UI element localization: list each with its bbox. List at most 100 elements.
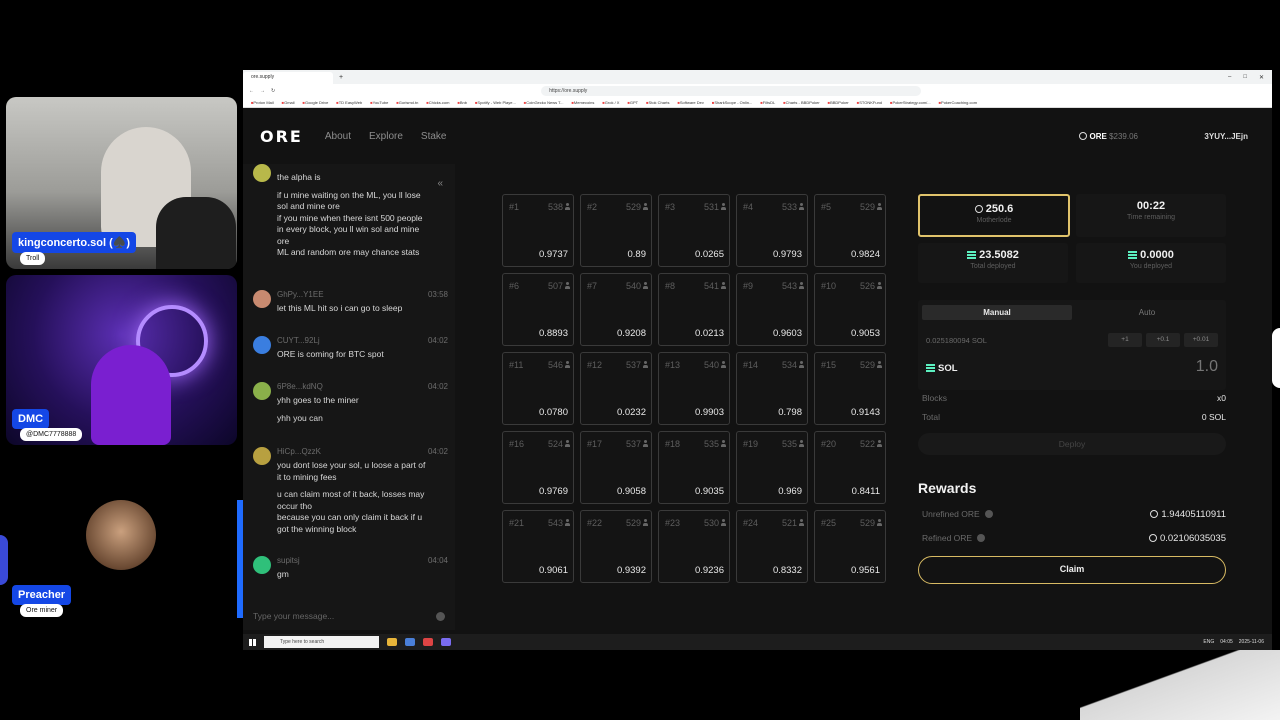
block-cell[interactable]: #20 522 0.8411: [814, 431, 886, 504]
close-icon[interactable]: ✕: [1259, 74, 1264, 81]
tray-time[interactable]: 04:05: [1220, 639, 1233, 645]
block-cell[interactable]: #8 541 0.0213: [658, 273, 730, 346]
app-discord-icon[interactable]: [441, 638, 451, 646]
block-cell[interactable]: #16 524 0.9769: [502, 431, 574, 504]
block-cell[interactable]: #21 543 0.9061: [502, 510, 574, 583]
bookmark-item[interactable]: Chicks.com: [426, 100, 450, 105]
chat-username[interactable]: 6P8e...kdNQ: [277, 382, 323, 391]
app-header: ORE About Explore Stake ORE $239.06 3YUY…: [243, 108, 1272, 164]
minimize-icon[interactable]: –: [1228, 74, 1231, 81]
bookmark-item[interactable]: Proton Mail: [251, 100, 273, 105]
chat-username[interactable]: CUYT...92Lj: [277, 336, 320, 345]
windows-start-icon[interactable]: [249, 638, 256, 646]
increment-0-01-button[interactable]: +0.01: [1184, 333, 1218, 347]
block-cell[interactable]: #12 537 0.0232: [580, 352, 652, 425]
info-icon[interactable]: [984, 510, 993, 518]
block-cell[interactable]: #18 535 0.9035: [658, 431, 730, 504]
reload-icon[interactable]: ↻: [271, 88, 275, 94]
maximize-icon[interactable]: □: [1243, 74, 1247, 81]
bookmark-item[interactable]: Charts - BBDPoker: [783, 100, 820, 105]
block-cell[interactable]: #15 529 0.9143: [814, 352, 886, 425]
block-cell[interactable]: #25 529 0.9561: [814, 510, 886, 583]
block-number: #17: [587, 439, 603, 449]
back-icon[interactable]: ←: [249, 88, 254, 94]
increment-1-button[interactable]: +1: [1108, 333, 1142, 347]
bookmark-item[interactable]: FiltsDL: [760, 100, 775, 105]
tab-manual[interactable]: Manual: [922, 305, 1072, 320]
refined-label: Refined ORE: [922, 533, 986, 543]
block-cell[interactable]: #5 529 0.9824: [814, 194, 886, 267]
app-browser-icon[interactable]: [423, 638, 433, 646]
block-cell[interactable]: #7 540 0.9208: [580, 273, 652, 346]
bookmark-item[interactable]: PokerCoaching.com: [939, 100, 977, 105]
bookmark-item[interactable]: Memecoins: [572, 100, 594, 105]
block-cell[interactable]: #1 538 0.9737: [502, 194, 574, 267]
tray-date[interactable]: 2025-11-06: [1239, 639, 1264, 645]
chat-username[interactable]: GhPy...Y1EE: [277, 290, 324, 299]
user-avatar[interactable]: [253, 556, 271, 574]
bookmark-item[interactable]: TD EasyWeb: [336, 100, 363, 105]
forward-icon[interactable]: →: [260, 88, 265, 94]
bookmark-item[interactable]: YouTube: [370, 100, 389, 105]
bookmark-item[interactable]: Bnb: [457, 100, 467, 105]
user-avatar[interactable]: [253, 447, 271, 465]
block-cell[interactable]: #4 533 0.9793: [736, 194, 808, 267]
claim-button[interactable]: Claim: [918, 556, 1226, 584]
bookmark-item[interactable]: Grok / X: [602, 100, 620, 105]
block-cell[interactable]: #11 546 0.0780: [502, 352, 574, 425]
amount-input[interactable]: [1098, 358, 1218, 376]
send-icon[interactable]: [436, 611, 445, 621]
increment-0-1-button[interactable]: +0.1: [1146, 333, 1180, 347]
bookmark-item[interactable]: Gorismd.tn: [396, 100, 419, 105]
block-cell[interactable]: #6 507 0.8893: [502, 273, 574, 346]
user-avatar[interactable]: [253, 336, 271, 354]
block-cell[interactable]: #22 529 0.9392: [580, 510, 652, 583]
app-folder-icon[interactable]: [387, 638, 397, 646]
block-miner-count: 529: [625, 518, 641, 528]
new-tab-icon[interactable]: +: [339, 74, 343, 81]
block-cell[interactable]: #10 526 0.9053: [814, 273, 886, 346]
ore-logo[interactable]: ORE: [260, 127, 303, 146]
wallet-button[interactable]: 3YUY...JEjn: [1204, 132, 1248, 141]
bookmark-item[interactable]: Gmail: [282, 100, 294, 105]
bookmark-item[interactable]: STONKFund: [857, 100, 882, 105]
nav-stake[interactable]: Stake: [421, 131, 447, 142]
tray-lang[interactable]: ENG: [1203, 639, 1214, 645]
block-cell[interactable]: #24 521 0.8332: [736, 510, 808, 583]
decor-arc: [0, 535, 8, 585]
deploy-button[interactable]: Deploy: [918, 433, 1226, 455]
chat-username[interactable]: HiCp...QzzK: [277, 447, 321, 456]
block-cell[interactable]: #19 535 0.969: [736, 431, 808, 504]
chat-input[interactable]: Type your message...: [243, 602, 455, 630]
user-avatar[interactable]: [253, 164, 271, 182]
user-avatar[interactable]: [253, 290, 271, 308]
nav-about[interactable]: About: [325, 131, 351, 142]
bookmark-item[interactable]: Google Drive: [303, 100, 328, 105]
bookmark-item[interactable]: Stok Charts: [646, 100, 670, 105]
block-cell[interactable]: #23 530 0.9236: [658, 510, 730, 583]
browser-tab[interactable]: ore.supply: [243, 72, 333, 84]
taskbar-search[interactable]: Type here to search: [264, 636, 379, 648]
app-store-icon[interactable]: [405, 638, 415, 646]
nav-explore[interactable]: Explore: [369, 131, 403, 142]
block-cell[interactable]: #13 540 0.9903: [658, 352, 730, 425]
bookmark-item[interactable]: BBDPoker: [828, 100, 849, 105]
bookmark-item[interactable]: Spotify - Web Playe...: [475, 100, 515, 105]
bookmark-item[interactable]: CoinGecko News T...: [524, 100, 563, 105]
block-cell[interactable]: #3 531 0.0265: [658, 194, 730, 267]
user-avatar[interactable]: [253, 382, 271, 400]
url-field[interactable]: https://ore.supply: [541, 86, 922, 96]
block-cell[interactable]: #17 537 0.9058: [580, 431, 652, 504]
chat-username[interactable]: supitsj: [277, 556, 300, 565]
block-cell[interactable]: #2 529 0.89: [580, 194, 652, 267]
block-cell[interactable]: #14 534 0.798: [736, 352, 808, 425]
info-icon[interactable]: [977, 534, 986, 542]
bookmark-item[interactable]: GPT: [627, 100, 638, 105]
tab-auto[interactable]: Auto: [1072, 305, 1222, 320]
block-cell[interactable]: #9 543 0.9603: [736, 273, 808, 346]
block-miner-count: 526: [859, 281, 875, 291]
bookmark-item[interactable]: PokerStrategy.com/...: [890, 100, 930, 105]
bookmark-item[interactable]: Software Dev: [677, 100, 704, 105]
bookmark-item[interactable]: SharkScope - Onlin...: [712, 100, 752, 105]
user-icon: [877, 203, 882, 210]
